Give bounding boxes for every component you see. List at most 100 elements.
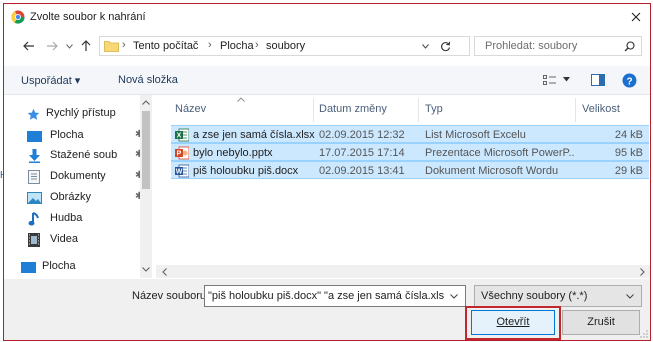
forward-arrow-icon[interactable]: [44, 38, 60, 54]
powerpoint-file-icon: P: [174, 145, 190, 161]
recent-locations-chevron-icon[interactable]: [64, 41, 74, 51]
column-header-name[interactable]: Název: [175, 103, 206, 115]
chevron-down-icon[interactable]: [449, 291, 459, 301]
help-icon[interactable]: ?: [621, 72, 637, 88]
filetype-select[interactable]: Všechny soubory (*.*): [474, 285, 642, 307]
breadcrumb-soubory[interactable]: soubory: [266, 40, 305, 52]
search-input[interactable]: Prohledat: soubory: [485, 40, 577, 52]
sidebar-item-label: Plocha: [50, 129, 84, 141]
file-row[interactable]: X a zse jen samá čísla.xlsx 02.09.2015 1…: [171, 125, 649, 143]
sidebar-item-desktop-2[interactable]: Plocha: [20, 257, 148, 277]
file-type: Dokument Microsoft Wordu: [425, 165, 559, 177]
sidebar-item-label: Plocha: [42, 260, 76, 272]
search-icon[interactable]: [623, 40, 635, 52]
desktop-icon: [26, 129, 42, 143]
star-icon: [26, 107, 40, 121]
resize-grip-icon[interactable]: [639, 329, 648, 338]
scroll-up-icon[interactable]: [140, 97, 152, 107]
scroll-right-icon[interactable]: [637, 265, 647, 278]
window-title: Zvolte soubor k nahrání: [30, 11, 146, 23]
sidebar-item-label: Obrázky: [50, 191, 91, 203]
view-options-chevron-icon[interactable]: [562, 75, 570, 83]
scroll-left-icon[interactable]: [159, 265, 169, 278]
view-options-icon[interactable]: [542, 73, 558, 87]
filetype-value: Všechny soubory (*.*): [481, 290, 588, 302]
preview-pane-icon[interactable]: [590, 73, 606, 87]
filename-combobox[interactable]: "piš holoubku piš.docx" "a zse jen samá …: [204, 285, 466, 307]
svg-text:?: ?: [626, 76, 632, 87]
sidebar-item-music[interactable]: Hudba: [24, 209, 152, 229]
file-row[interactable]: W piš holoubku piš.docx 02.09.2015 13:41…: [171, 161, 649, 179]
horizontal-scrollbar[interactable]: [156, 265, 650, 278]
scrollbar-thumb[interactable]: [142, 111, 150, 189]
breadcrumb-separator-icon: ›: [208, 39, 212, 51]
sidebar-item-documents[interactable]: Dokumenty ✱: [24, 167, 152, 187]
breadcrumb-this-pc[interactable]: Tento počítač: [133, 40, 198, 52]
sidebar-item-pictures[interactable]: Obrázky ✱: [24, 188, 152, 208]
sidebar-item-label: Stažené soub: [50, 149, 118, 161]
chevron-down-icon[interactable]: [625, 291, 635, 301]
column-header-date[interactable]: Datum změny: [319, 103, 387, 115]
open-button[interactable]: Otevřít: [471, 310, 555, 335]
back-arrow-icon[interactable]: [21, 38, 37, 54]
chrome-icon: [11, 10, 25, 24]
file-name: piš holoubku piš.docx: [193, 165, 299, 177]
word-file-icon: W: [174, 163, 190, 179]
sidebar-item-label: Dokumenty: [50, 170, 106, 182]
organize-menu-button[interactable]: Uspořádat ▾: [21, 74, 80, 87]
file-row[interactable]: P bylo nebylo.pptx 17.07.2015 17:14 Prez…: [171, 143, 649, 161]
cancel-button[interactable]: Zrušit: [562, 310, 640, 335]
address-dropdown-icon[interactable]: [420, 41, 430, 51]
filename-input[interactable]: "piš holoubku piš.docx" "a zse jen samá …: [208, 290, 444, 302]
navigation-scrollbar[interactable]: [140, 95, 152, 278]
refresh-icon[interactable]: [438, 39, 452, 53]
close-icon[interactable]: [628, 9, 644, 25]
column-header-type[interactable]: Typ: [425, 103, 443, 115]
svg-text:W: W: [176, 169, 183, 176]
search-box[interactable]: Prohledat: soubory: [474, 36, 642, 56]
open-button-label: Otevřít: [496, 316, 530, 328]
file-open-dialog: Zvolte soubor k nahrání › Tento počítač …: [3, 3, 651, 341]
folder-icon: [103, 39, 119, 53]
file-size: 29 kB: [614, 165, 643, 177]
column-divider: [418, 98, 419, 122]
cancel-button-label: Zrušit: [587, 316, 615, 328]
video-icon: [26, 232, 42, 248]
sidebar-item-videos[interactable]: Videa: [24, 230, 152, 250]
sidebar-item-quick-access[interactable]: Rychlý přístup: [24, 104, 152, 124]
column-header-size[interactable]: Velikost: [582, 103, 620, 115]
svg-text:X: X: [177, 133, 182, 140]
sidebar-item-downloads[interactable]: Stažené soub ✱: [24, 146, 152, 166]
up-arrow-icon[interactable]: [78, 38, 94, 54]
desktop-icon: [20, 260, 36, 274]
file-size: 95 kB: [614, 147, 643, 159]
sidebar-item-desktop[interactable]: Plocha ✱: [24, 126, 152, 146]
column-divider: [575, 98, 576, 122]
sidebar-item-label: Hudba: [50, 212, 83, 224]
file-size: 24 kB: [614, 129, 643, 141]
scroll-down-icon[interactable]: [140, 264, 152, 274]
file-type: List Microsoft Excelu: [425, 129, 526, 141]
breadcrumb-desktop[interactable]: Plocha: [220, 40, 254, 52]
address-bar[interactable]: › Tento počítač › Plocha › soubory: [99, 36, 470, 56]
column-divider: [313, 98, 314, 122]
file-date: 02.09.2015 13:41: [319, 165, 405, 177]
new-folder-button[interactable]: Nová složka: [118, 74, 178, 86]
file-type: Prezentace Microsoft PowerP...: [425, 147, 575, 159]
documents-icon: [26, 169, 42, 185]
sort-ascending-icon: [236, 95, 246, 103]
excel-file-icon: X: [174, 127, 190, 143]
file-date: 17.07.2015 17:14: [319, 147, 405, 159]
breadcrumb-separator-icon: ›: [122, 39, 126, 51]
music-icon: [26, 211, 42, 227]
download-icon: [26, 148, 42, 164]
breadcrumb-separator-icon: ›: [255, 39, 259, 51]
filename-label: Název souboru:: [132, 290, 210, 302]
sidebar-item-label: Rychlý přístup: [46, 107, 116, 119]
file-date: 02.09.2015 12:32: [319, 129, 405, 141]
file-name: bylo nebylo.pptx: [193, 147, 273, 159]
sidebar-item-label: Videa: [50, 233, 78, 245]
pictures-icon: [26, 191, 42, 205]
file-name: a zse jen samá čísla.xlsx: [193, 129, 315, 141]
svg-text:P: P: [177, 151, 182, 158]
